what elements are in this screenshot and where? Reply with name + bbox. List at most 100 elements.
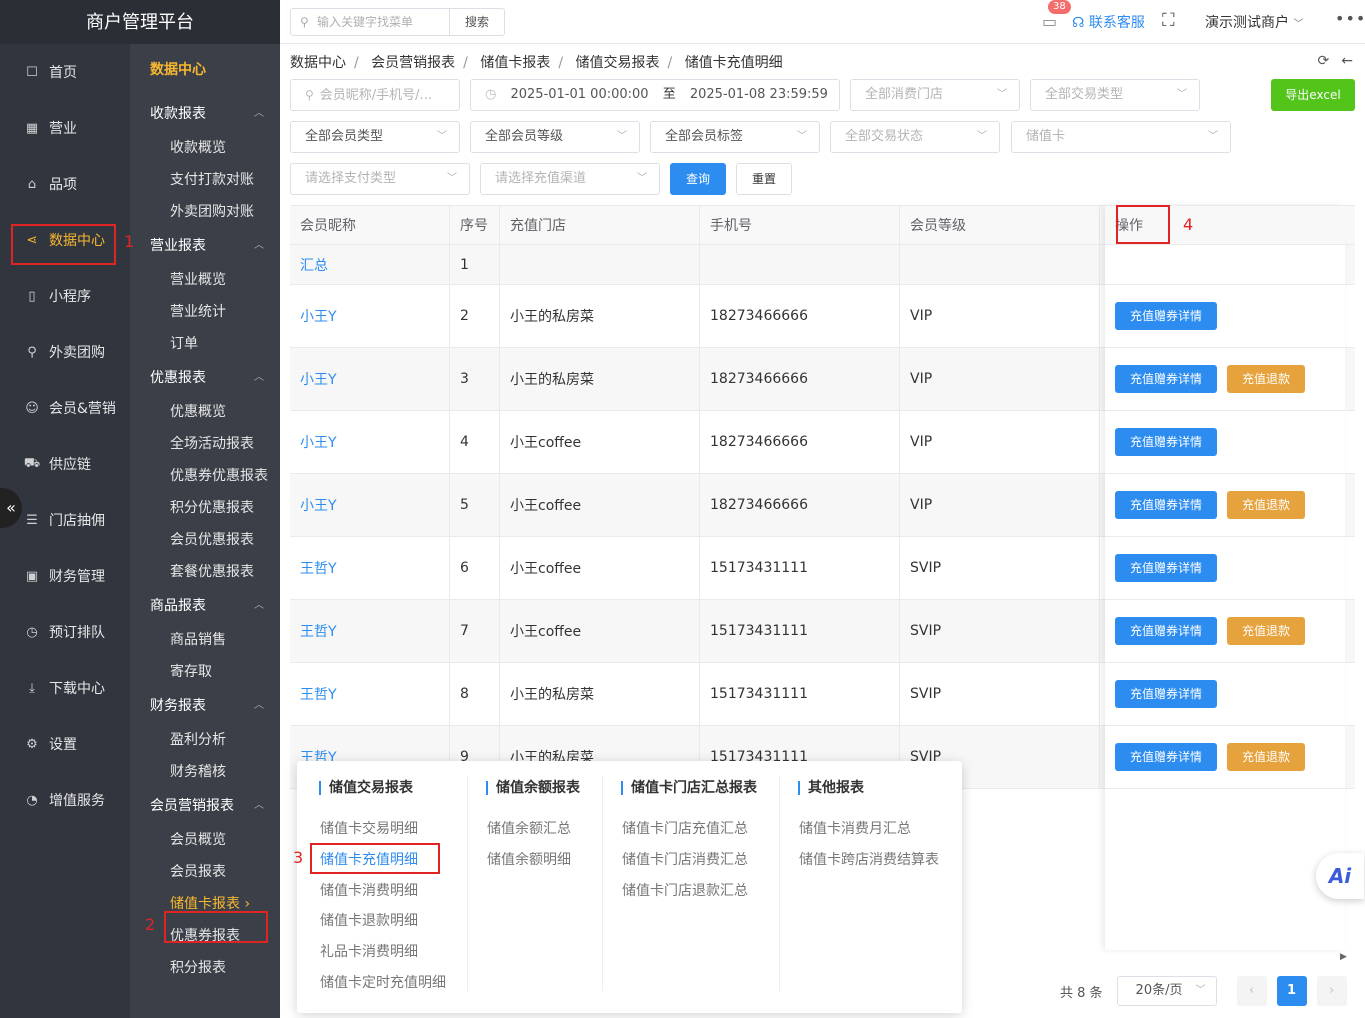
recharge-coupon-detail-button[interactable]: 充值赠券详情 [1115, 491, 1218, 519]
subnav-item[interactable]: 收款概览 [130, 132, 280, 164]
menu-item[interactable]: 储值卡消费月汇总 [799, 818, 911, 838]
query-button[interactable]: 查询 [670, 163, 726, 195]
menu-item[interactable]: 储值卡交易明细 [320, 818, 418, 838]
subnav-item[interactable]: 积分报表 [130, 952, 280, 984]
subnav-item[interactable]: 套餐优惠报表 [130, 556, 280, 588]
menu-search-button[interactable]: 搜索 [449, 8, 505, 36]
cell-nickname[interactable]: 汇总 [290, 245, 450, 284]
back-arrow-icon[interactable]: ← [1341, 53, 1353, 69]
menu-item[interactable]: 储值卡退款明细 [320, 910, 418, 930]
cell-nickname[interactable]: 王哲Y [290, 537, 450, 599]
scroll-right-icon[interactable]: ▶ [1340, 952, 1347, 962]
subnav-item[interactable]: 财务稽核 [130, 756, 280, 788]
subnav-item[interactable]: 支付打款对账 [130, 164, 280, 196]
member-level-select[interactable]: 全部会员等级 ﹀ [470, 121, 640, 153]
cell-nickname[interactable]: 小王Y [290, 285, 450, 347]
subnav-item[interactable]: 全场活动报表 [130, 428, 280, 460]
ai-assistant-button[interactable]: Ai [1316, 853, 1364, 899]
trans-status-select[interactable]: 全部交易状态 ﹀ [830, 121, 1000, 153]
recharge-coupon-detail-button[interactable]: 充值赠券详情 [1115, 554, 1218, 582]
next-page-button[interactable]: › [1316, 976, 1347, 1006]
sidebar-item[interactable]: ☐ 首页 [0, 44, 130, 100]
sidebar-item[interactable]: ▣ 财务管理 [0, 548, 130, 604]
cell-nickname[interactable]: 小王Y [290, 348, 450, 410]
subnav-group[interactable]: 营业报表 ︿ [130, 228, 280, 264]
sidebar-item[interactable]: ▯ 小程序 [0, 268, 130, 324]
menu-item[interactable]: 储值卡门店退款汇总 [622, 880, 748, 900]
subnav-item[interactable]: 积分优惠报表 [130, 492, 280, 524]
subnav-item[interactable]: 会员优惠报表 [130, 524, 280, 556]
breadcrumb-item[interactable]: 储值交易报表 [576, 55, 660, 71]
subnav-group[interactable]: 会员营销报表 ︿ [130, 788, 280, 824]
subnav-item[interactable]: 会员概览 [130, 824, 280, 856]
menu-item[interactable]: 储值余额汇总 [487, 818, 571, 838]
member-tag-select[interactable]: 全部会员标签 ﹀ [650, 121, 820, 153]
menu-item[interactable]: 礼品卡消费明细 [320, 941, 418, 961]
recharge-coupon-detail-button[interactable]: 充值赠券详情 [1115, 428, 1218, 456]
recharge-coupon-detail-button[interactable]: 充值赠券详情 [1115, 617, 1218, 645]
page-size-select[interactable]: 20条/页 ﹀ [1116, 976, 1217, 1006]
sidebar-item[interactable]: ⛟ 供应链 [0, 436, 130, 492]
refresh-icon[interactable]: ⟳ [1318, 53, 1330, 69]
member-search-input[interactable]: ⚲ 会员昵称/手机号/... [290, 79, 460, 111]
pay-type-select[interactable]: 请选择支付类型 ﹀ [290, 163, 470, 195]
subnav-group[interactable]: 商品报表 ︿ [130, 588, 280, 624]
fullscreen-icon[interactable]: ⛶ [1162, 10, 1175, 31]
sidebar-item[interactable]: ◷ 预订排队 [0, 604, 130, 660]
page-1-button[interactable]: 1 [1276, 976, 1307, 1006]
message-icon[interactable]: ▭ [1042, 12, 1057, 31]
breadcrumb-item[interactable]: 储值卡报表 [480, 55, 550, 71]
more-icon[interactable]: ••• [1335, 9, 1365, 28]
subnav-group[interactable]: 收款报表 ︿ [130, 96, 280, 132]
subnav-item[interactable]: 营业统计 [130, 296, 280, 328]
sidebar-item[interactable]: ▦ 营业 [0, 100, 130, 156]
menu-item[interactable]: 储值卡定时充值明细 [320, 972, 446, 992]
member-type-select[interactable]: 全部会员类型 ﹀ [290, 121, 460, 153]
date-range-picker[interactable]: ◷ 2025-01-01 00:00:00 至 2025-01-08 23:59… [470, 79, 840, 111]
subnav-item[interactable]: 寄存取 [130, 656, 280, 688]
sidebar-item[interactable]: ◔ 增值服务 [0, 772, 130, 828]
recharge-refund-button[interactable]: 充值退款 [1227, 365, 1306, 393]
menu-item[interactable]: 储值卡门店充值汇总 [622, 818, 748, 838]
reset-button[interactable]: 重置 [736, 163, 792, 195]
subnav-item[interactable]: 订单 [130, 328, 280, 360]
subnav-item[interactable]: 盈利分析 [130, 724, 280, 756]
subnav-item[interactable]: 优惠概览 [130, 396, 280, 428]
cell-nickname[interactable]: 小王Y [290, 474, 450, 536]
subnav-item[interactable]: 优惠券优惠报表 [130, 460, 280, 492]
sidebar-item[interactable]: ☺ 会员&营销 [0, 380, 130, 436]
recharge-refund-button[interactable]: 充值退款 [1227, 743, 1306, 771]
menu-search-input[interactable]: ⚲ 输入关键字找菜单 [290, 8, 450, 36]
breadcrumb-item[interactable]: 会员营销报表 [371, 55, 455, 71]
menu-item[interactable]: 储值卡门店消费汇总 [622, 849, 748, 869]
breadcrumb-item[interactable]: 数据中心 [290, 55, 346, 71]
recharge-coupon-detail-button[interactable]: 充值赠券详情 [1115, 302, 1218, 330]
cell-nickname[interactable]: 小王Y [290, 411, 450, 473]
recharge-coupon-detail-button[interactable]: 充值赠券详情 [1115, 365, 1218, 393]
store-select[interactable]: 全部消费门店 ﹀ [850, 79, 1020, 111]
sidebar-item[interactable]: ⤓ 下载中心 [0, 660, 130, 716]
recharge-refund-button[interactable]: 充值退款 [1227, 617, 1306, 645]
sidebar-item[interactable]: ⚲ 外卖团购 [0, 324, 130, 380]
prev-page-button[interactable]: ‹ [1236, 976, 1267, 1006]
menu-item[interactable]: 储值卡跨店消费结算表 [799, 849, 939, 869]
sidebar-item[interactable]: ⌂ 品项 [0, 156, 130, 212]
cell-nickname[interactable]: 王哲Y [290, 600, 450, 662]
channel-select[interactable]: 请选择充值渠道 ﹀ [480, 163, 660, 195]
trans-type-select[interactable]: 全部交易类型 ﹀ [1030, 79, 1200, 111]
recharge-refund-button[interactable]: 充值退款 [1227, 491, 1306, 519]
merchant-dropdown[interactable]: 演示测试商户 ﹀ [1205, 12, 1303, 32]
card-select[interactable]: 储值卡 ﹀ [1011, 121, 1231, 153]
menu-item[interactable]: 储值余额明细 [487, 849, 571, 869]
subnav-item[interactable]: 营业概览 [130, 264, 280, 296]
subnav-group[interactable]: 优惠报表 ︿ [130, 360, 280, 396]
subnav-group[interactable]: 财务报表 ︿ [130, 688, 280, 724]
sidebar-item[interactable]: ⚙ 设置 [0, 716, 130, 772]
subnav-item[interactable]: 商品销售 [130, 624, 280, 656]
recharge-coupon-detail-button[interactable]: 充值赠券详情 [1115, 680, 1218, 708]
subnav-item[interactable]: 外卖团购对账 [130, 196, 280, 228]
cell-nickname[interactable]: 王哲Y [290, 663, 450, 725]
recharge-coupon-detail-button[interactable]: 充值赠券详情 [1115, 743, 1218, 771]
export-excel-button[interactable]: 导出excel [1271, 79, 1355, 111]
subnav-item[interactable]: 会员报表 [130, 856, 280, 888]
